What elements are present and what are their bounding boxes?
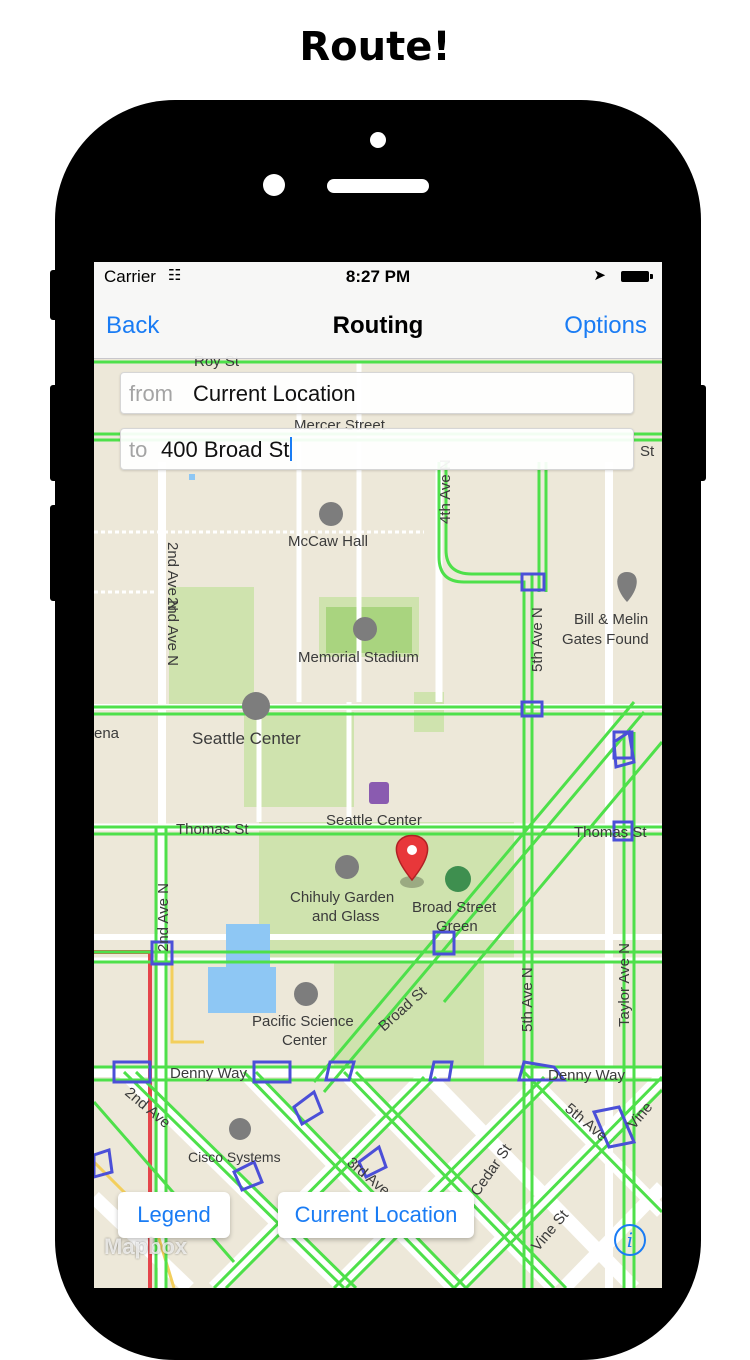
phone-sensor	[370, 132, 386, 148]
to-input[interactable]: 400 Broad St	[161, 437, 293, 463]
status-bar: Carrier ☷ 8:27 PM ➤	[94, 262, 662, 292]
label-thomas-st-left: Thomas St	[176, 821, 249, 838]
label-thomas-st-right: Thomas St	[574, 824, 647, 841]
label-5th-ave-a: 5th Ave N	[529, 607, 546, 672]
label-broad-green-2: Green	[436, 918, 478, 935]
label-ena: ena	[94, 725, 120, 742]
destination-pin[interactable]	[395, 834, 429, 889]
label-chihuly-2: and Glass	[312, 908, 380, 925]
label-chihuly-1: Chihuly Garden	[290, 889, 394, 906]
to-input-text: 400 Broad St	[161, 437, 290, 462]
options-button[interactable]: Options	[564, 312, 647, 340]
label-seattle-center-station: Seattle Center	[326, 812, 422, 829]
label-gates-1: Bill & Melin	[574, 611, 648, 628]
from-field[interactable]: from Current Location	[120, 372, 634, 414]
label-mercer-st-right: St	[640, 443, 655, 460]
from-input[interactable]: Current Location	[193, 381, 356, 407]
label-2nd-ave-b: 2nd Ave N	[164, 597, 181, 666]
label-5th-ave-b: 5th Ave N	[519, 967, 536, 1032]
navigation-bar: Back Routing Options	[94, 292, 662, 359]
label-mccaw-hall: McCaw Hall	[288, 533, 368, 550]
label-memorial-stadium: Memorial Stadium	[298, 649, 419, 666]
battery-icon	[621, 271, 653, 282]
label-denny-way-right: Denny Way	[548, 1067, 625, 1084]
phone-screen: Roy St Mercer Street St 4th Ave N 2nd Av…	[94, 262, 662, 1288]
current-location-button[interactable]: Current Location	[278, 1192, 474, 1238]
label-seattle-center-park: Seattle Center	[192, 729, 301, 748]
phone-mute-switch	[50, 270, 58, 320]
from-label: from	[129, 381, 173, 406]
to-field[interactable]: to 400 Broad St	[120, 428, 634, 470]
mapbox-logo: Mapbox	[104, 1234, 188, 1259]
label-gates-2: Gates Found	[562, 631, 649, 648]
phone-volume-down	[50, 505, 58, 601]
legend-button[interactable]: Legend	[118, 1192, 230, 1238]
label-taylor-ave: Taylor Ave N	[616, 943, 633, 1027]
label-denny-way-left: Denny Way	[170, 1065, 247, 1082]
text-caret	[290, 437, 293, 461]
phone-power-button	[698, 385, 706, 481]
label-broad-green-1: Broad Street	[412, 899, 497, 916]
page-headline: Route!	[299, 24, 451, 70]
location-arrow-icon: ➤	[593, 267, 606, 284]
status-time: 8:27 PM	[345, 267, 411, 286]
label-cisco: Cisco Systems	[188, 1149, 281, 1165]
label-2nd-ave-c: 2nd Ave N	[155, 883, 172, 952]
to-label: to	[129, 437, 148, 462]
label-pacific-2: Center	[282, 1032, 327, 1049]
phone-speaker	[327, 179, 429, 193]
phone-camera	[263, 174, 285, 196]
info-button[interactable]: i	[614, 1224, 646, 1256]
map-view[interactable]: Roy St Mercer Street St 4th Ave N 2nd Av…	[94, 262, 662, 1288]
phone-volume-up	[50, 385, 58, 481]
label-pacific-1: Pacific Science	[252, 1013, 354, 1030]
